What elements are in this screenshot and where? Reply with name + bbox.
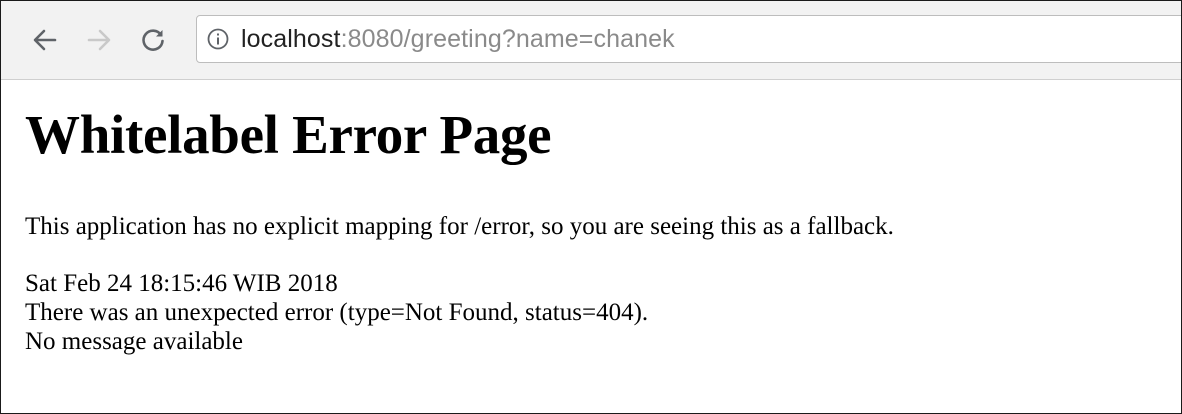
info-icon[interactable]: [207, 28, 229, 50]
browser-toolbar: localhost:8080/greeting?name=chanek: [1, 1, 1181, 80]
url-path: :8080/greeting?name=chanek: [340, 24, 675, 53]
reload-icon: [140, 27, 166, 53]
error-status: There was an unexpected error (type=Not …: [25, 299, 649, 326]
address-bar[interactable]: localhost:8080/greeting?name=chanek: [196, 15, 1181, 63]
reload-button[interactable]: [135, 22, 171, 58]
forward-button[interactable]: [81, 22, 117, 58]
arrow-right-icon: [86, 27, 112, 53]
arrow-left-icon: [32, 27, 58, 53]
error-details: Sat Feb 24 18:15:46 WIB 2018 There was a…: [25, 269, 1165, 356]
error-timestamp: Sat Feb 24 18:15:46 WIB 2018: [25, 270, 338, 297]
url-host: localhost: [241, 24, 341, 53]
back-button[interactable]: [27, 22, 63, 58]
url-text[interactable]: localhost:8080/greeting?name=chanek: [241, 25, 675, 54]
browser-window: localhost:8080/greeting?name=chanek Whit…: [0, 0, 1182, 414]
error-detail: No message available: [25, 328, 243, 355]
page-content: Whitelabel Error Page This application h…: [25, 81, 1165, 356]
page-title: Whitelabel Error Page: [25, 104, 552, 165]
error-message: This application has no explicit mapping…: [25, 213, 894, 240]
